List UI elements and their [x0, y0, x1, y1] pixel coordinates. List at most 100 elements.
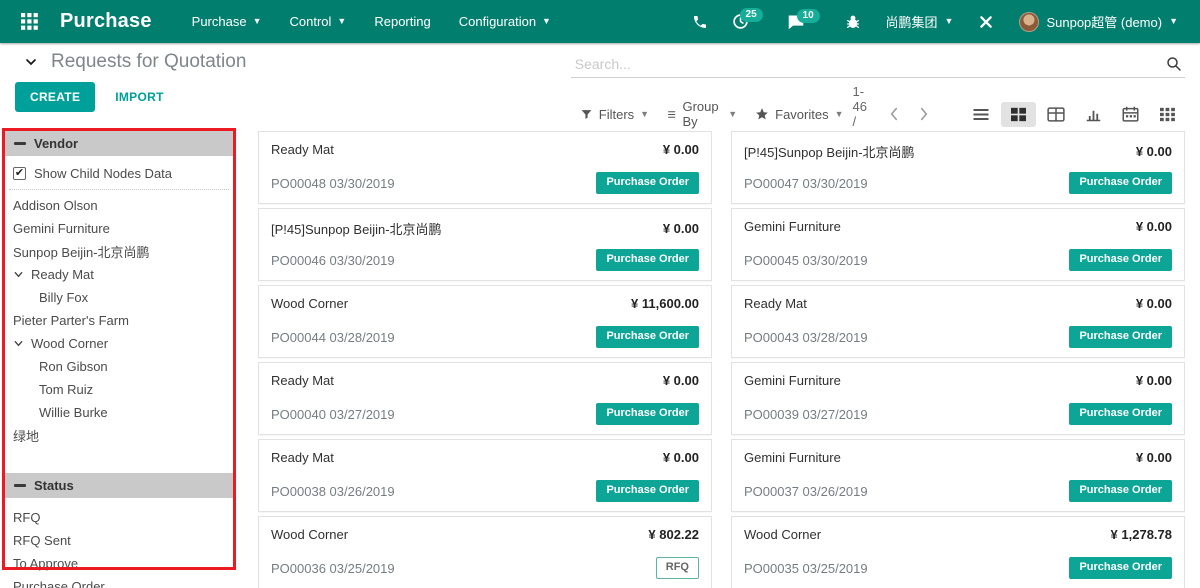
card-amount: ¥ 0.00: [1136, 219, 1172, 234]
purchase-order-card[interactable]: Ready Mat ¥ 0.00 PO00048 03/30/2019 Purc…: [258, 131, 712, 204]
purchase-order-card[interactable]: Ready Mat ¥ 0.00 PO00038 03/26/2019 Purc…: [258, 439, 712, 512]
cards-grid: Ready Mat ¥ 0.00 PO00048 03/30/2019 Purc…: [258, 131, 1185, 588]
chevron-down-icon: ▼: [253, 17, 262, 26]
company-switcher[interactable]: 尚鹏集团 ▼: [876, 6, 964, 37]
messages-icon[interactable]: 10: [778, 8, 814, 36]
purchase-order-card[interactable]: Gemini Furniture ¥ 0.00 PO00039 03/27/20…: [731, 362, 1185, 435]
debug-bug-icon[interactable]: [836, 8, 870, 36]
card-reference-date: PO00040 03/27/2019: [271, 407, 395, 422]
vendor-filter-item[interactable]: Tom Ruiz: [5, 378, 233, 401]
vendor-filter-label: Sunpop Beijin-北京尚鹏: [13, 242, 150, 261]
card-status-badge: Purchase Order: [596, 326, 699, 348]
status-filter-item[interactable]: RFQ: [5, 506, 233, 529]
user-menu[interactable]: Sunpop超管 (demo) ▼: [1009, 6, 1188, 38]
card-amount: ¥ 0.00: [1136, 450, 1172, 465]
card-reference-date: PO00048 03/30/2019: [271, 176, 395, 191]
graph-view-icon[interactable]: [1076, 102, 1111, 127]
pager-previous-icon[interactable]: [881, 103, 907, 125]
chevron-down-icon[interactable]: [13, 269, 24, 280]
card-reference-date: PO00044 03/28/2019: [271, 330, 395, 345]
purchase-order-card[interactable]: Wood Corner ¥ 802.22 PO00036 03/25/2019 …: [258, 516, 712, 588]
topbar-menu[interactable]: Configuration ▼: [447, 8, 563, 35]
import-button[interactable]: IMPORT: [103, 82, 175, 112]
vendor-filter-item[interactable]: Billy Fox: [5, 286, 233, 309]
card-reference-date: PO00047 03/30/2019: [744, 176, 868, 191]
phone-icon[interactable]: [683, 8, 717, 36]
status-filter-item[interactable]: To Approve: [5, 552, 233, 575]
vendor-filter-label: 绿地: [13, 426, 39, 445]
chevron-down-icon: ▼: [835, 110, 844, 119]
search-icon[interactable]: [1165, 55, 1183, 73]
vendor-filter-item[interactable]: Willie Burke: [5, 401, 233, 424]
card-status-badge: Purchase Order: [1069, 557, 1172, 579]
card-amount: ¥ 0.00: [663, 373, 699, 388]
filter-sidebar: Vendor ✔ Show Child Nodes Data Addison O…: [0, 124, 240, 588]
vendor-filter-item[interactable]: Wood Corner: [5, 332, 233, 355]
card-reference-date: PO00039 03/27/2019: [744, 407, 868, 422]
topbar-menu[interactable]: Reporting ▼: [362, 8, 442, 35]
vendor-filter-item[interactable]: Gemini Furniture: [5, 217, 233, 240]
activity-clock-icon[interactable]: 25: [723, 7, 758, 36]
activity-count-badge: 25: [740, 8, 763, 22]
checkbox-label: Show Child Nodes Data: [34, 166, 172, 181]
vendor-filter-item[interactable]: Sunpop Beijin-北京尚鹏: [5, 240, 233, 263]
topbar-menu[interactable]: Purchase ▼: [180, 8, 274, 35]
card-vendor-name: [P!45]Sunpop Beijin-北京尚鹏: [744, 142, 915, 161]
chevron-down-icon: ▼: [337, 17, 346, 26]
vendor-filter-label: Wood Corner: [31, 336, 108, 351]
status-filter-item[interactable]: RFQ Sent: [5, 529, 233, 552]
vendor-filter-item[interactable]: Pieter Parter's Farm: [5, 309, 233, 332]
card-reference-date: PO00037 03/26/2019: [744, 484, 868, 499]
topbar-menu[interactable]: Control ▼: [278, 8, 359, 35]
chevron-down-icon: ▼: [640, 110, 649, 119]
status-section-title: Status: [34, 478, 74, 493]
card-status-badge: Purchase Order: [1069, 480, 1172, 502]
breadcrumb-chevron-icon[interactable]: [23, 54, 39, 70]
status-section-header[interactable]: Status: [5, 473, 233, 498]
card-amount: ¥ 802.22: [648, 527, 699, 542]
card-amount: ¥ 0.00: [663, 450, 699, 465]
pager-next-icon[interactable]: [911, 103, 937, 125]
tools-icon[interactable]: [969, 8, 1003, 36]
card-reference-date: PO00043 03/28/2019: [744, 330, 868, 345]
list-view-icon[interactable]: [963, 102, 999, 127]
divider: [9, 189, 229, 190]
card-status-badge: Purchase Order: [1069, 172, 1172, 194]
card-status-badge: Purchase Order: [1069, 249, 1172, 271]
status-filter-item[interactable]: Purchase Order: [5, 575, 233, 588]
chevron-down-icon: ▼: [728, 110, 737, 119]
purchase-order-card[interactable]: Gemini Furniture ¥ 0.00 PO00037 03/26/20…: [731, 439, 1185, 512]
purchase-order-card[interactable]: [P!45]Sunpop Beijin-北京尚鹏 ¥ 0.00 PO00046 …: [258, 208, 712, 281]
chevron-down-icon[interactable]: [13, 338, 24, 349]
vendor-filter-label: Tom Ruiz: [39, 382, 93, 397]
create-button[interactable]: CREATE: [15, 82, 95, 112]
card-reference-date: PO00046 03/30/2019: [271, 253, 395, 268]
vendor-filter-item[interactable]: Ron Gibson: [5, 355, 233, 378]
purchase-order-card[interactable]: [P!45]Sunpop Beijin-北京尚鹏 ¥ 0.00 PO00047 …: [731, 131, 1185, 204]
vendor-filter-label: Addison Olson: [13, 198, 98, 213]
purchase-order-card[interactable]: Ready Mat ¥ 0.00 PO00043 03/28/2019 Purc…: [731, 285, 1185, 358]
activity-view-icon[interactable]: [1150, 102, 1185, 127]
kanban-view-icon[interactable]: [1001, 102, 1036, 127]
card-reference-date: PO00045 03/30/2019: [744, 253, 868, 268]
pivot-view-icon[interactable]: [1038, 102, 1074, 127]
show-child-nodes-checkbox[interactable]: ✔ Show Child Nodes Data: [13, 166, 233, 181]
filters-button[interactable]: Filters ▼: [571, 102, 658, 127]
purchase-order-card[interactable]: Ready Mat ¥ 0.00 PO00040 03/27/2019 Purc…: [258, 362, 712, 435]
purchase-order-card[interactable]: Gemini Furniture ¥ 0.00 PO00045 03/30/20…: [731, 208, 1185, 281]
vendor-filter-item[interactable]: 绿地: [5, 424, 233, 447]
search-input[interactable]: [573, 55, 1165, 73]
favorites-button[interactable]: Favorites ▼: [746, 102, 852, 127]
vendor-filter-item[interactable]: Ready Mat: [5, 263, 233, 286]
vendor-section-header[interactable]: Vendor: [5, 131, 233, 156]
purchase-order-card[interactable]: Wood Corner ¥ 11,600.00 PO00044 03/28/20…: [258, 285, 712, 358]
card-amount: ¥ 0.00: [663, 142, 699, 157]
topbar-menu-label: Reporting: [374, 14, 430, 29]
filter-funnel-icon: [580, 108, 593, 121]
card-amount: ¥ 0.00: [1136, 144, 1172, 159]
purchase-order-card[interactable]: Wood Corner ¥ 1,278.78 PO00035 03/25/201…: [731, 516, 1185, 588]
apps-grid-icon[interactable]: [12, 5, 46, 39]
vendor-filter-item[interactable]: Addison Olson: [5, 194, 233, 217]
checkbox-icon: ✔: [13, 167, 26, 180]
topbar-menu-label: Control: [290, 14, 332, 29]
